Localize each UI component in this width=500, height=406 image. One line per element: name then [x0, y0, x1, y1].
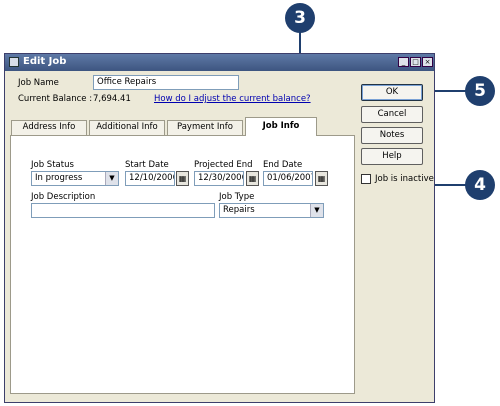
- tab-label: Payment Info: [176, 122, 233, 132]
- job-description-field[interactable]: [31, 203, 215, 218]
- tab-additional-info[interactable]: Additional Info: [89, 120, 165, 135]
- callout-3: 3: [285, 3, 315, 33]
- tab-label: Job Info: [262, 121, 300, 131]
- minimize-icon[interactable]: _: [398, 57, 409, 67]
- calendar-icon[interactable]: ▦: [315, 171, 328, 186]
- callout-4: 4: [465, 170, 495, 200]
- tab-payment-info[interactable]: Payment Info: [167, 120, 243, 135]
- notes-button[interactable]: Notes: [361, 127, 423, 144]
- job-status-value: In progress: [35, 173, 83, 183]
- start-date-field[interactable]: 12/10/2006: [125, 171, 175, 186]
- current-balance-value: 7,694.41: [93, 94, 131, 104]
- chevron-down-icon: ▼: [310, 204, 323, 217]
- edit-job-window: Edit Job _ □ × Job Name Office Repairs C…: [4, 53, 435, 403]
- job-type-dropdown[interactable]: Repairs ▼: [219, 203, 324, 218]
- start-date-label: Start Date: [125, 160, 169, 170]
- tab-label: Additional Info: [96, 122, 158, 132]
- tab-address-info[interactable]: Address Info: [11, 120, 87, 135]
- help-button[interactable]: Help: [361, 148, 423, 165]
- job-name-label: Job Name: [18, 78, 59, 88]
- maximize-icon[interactable]: □: [410, 57, 421, 67]
- end-date-field[interactable]: 01/06/2007: [263, 171, 313, 186]
- end-date-label: End Date: [263, 160, 303, 170]
- job-info-panel: Job Status In progress ▼ Start Date 12/1…: [10, 135, 355, 394]
- job-type-label: Job Type: [219, 192, 255, 202]
- close-icon[interactable]: ×: [422, 57, 433, 67]
- tab-label: Address Info: [22, 122, 76, 132]
- window-icon: [9, 57, 19, 67]
- job-type-value: Repairs: [223, 205, 255, 215]
- callout-5: 5: [465, 76, 495, 106]
- ok-button[interactable]: OK: [361, 84, 423, 101]
- projected-end-field[interactable]: 12/30/2006: [194, 171, 244, 186]
- window-title: Edit Job: [23, 56, 67, 67]
- job-status-label: Job Status: [31, 160, 74, 170]
- title-bar: Edit Job _ □ ×: [5, 54, 434, 71]
- job-inactive-checkbox[interactable]: [361, 174, 371, 184]
- tab-job-info[interactable]: Job Info: [245, 117, 317, 136]
- job-name-field[interactable]: Office Repairs: [93, 75, 239, 90]
- chevron-down-icon: ▼: [105, 172, 118, 185]
- cancel-button[interactable]: Cancel: [361, 106, 423, 123]
- projected-end-label: Projected End: [194, 160, 253, 170]
- job-description-label: Job Description: [31, 192, 96, 202]
- calendar-icon[interactable]: ▦: [176, 171, 189, 186]
- adjust-balance-link[interactable]: How do I adjust the current balance?: [154, 94, 311, 104]
- current-balance-label: Current Balance :: [18, 94, 93, 104]
- calendar-icon[interactable]: ▦: [246, 171, 259, 186]
- job-inactive-label: Job is inactive: [375, 174, 434, 184]
- job-status-dropdown[interactable]: In progress ▼: [31, 171, 119, 186]
